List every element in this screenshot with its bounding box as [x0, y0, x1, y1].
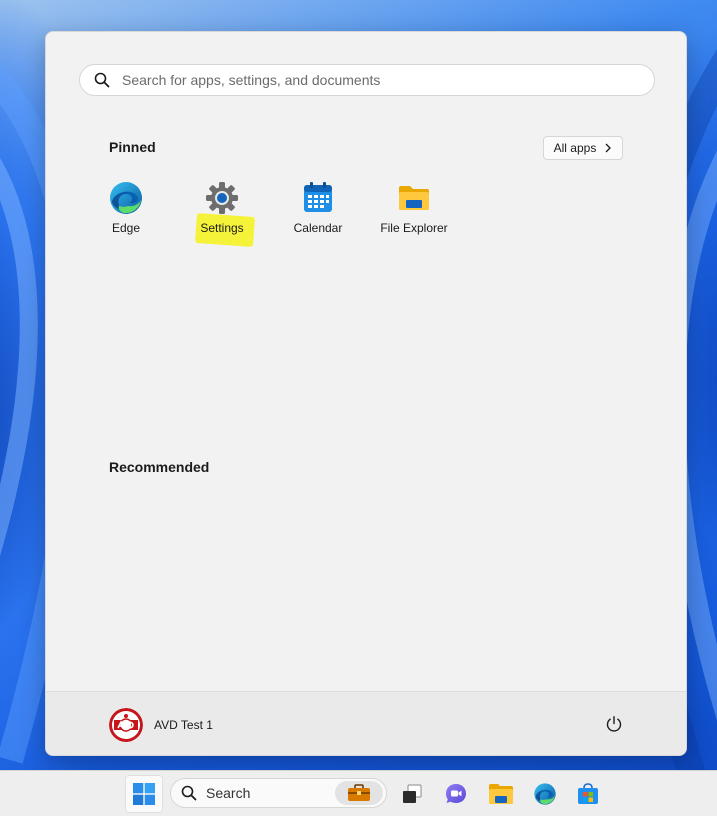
store-icon — [578, 783, 598, 804]
chat-icon — [446, 784, 466, 803]
app-label-calendar: Calendar — [293, 221, 343, 235]
pinned-app-file-explorer[interactable]: File Explorer — [366, 180, 462, 244]
taskbar-edge[interactable] — [526, 775, 564, 813]
taskbar-task-view[interactable] — [393, 775, 431, 813]
taskbar-start-button[interactable] — [125, 775, 163, 813]
search-icon — [94, 72, 110, 88]
gear-icon — [206, 182, 238, 214]
start-menu-footer: AVD Test 1 — [46, 691, 686, 755]
pinned-app-edge[interactable]: Edge — [78, 180, 174, 244]
pinned-app-settings[interactable]: Settings — [174, 180, 270, 244]
taskbar-file-explorer[interactable] — [482, 775, 520, 813]
power-button[interactable] — [602, 712, 626, 736]
all-apps-button[interactable]: All apps — [543, 136, 623, 160]
start-search-input[interactable] — [122, 72, 622, 88]
app-label-file-explorer: File Explorer — [380, 221, 448, 235]
user-avatar[interactable] — [109, 708, 143, 742]
taskbar-store[interactable] — [569, 775, 607, 813]
recommended-title: Recommended — [109, 459, 210, 475]
taskbar-chat[interactable] — [437, 775, 475, 813]
taskbar-search-box[interactable]: Search — [170, 778, 387, 808]
taskbar-search-label: Search — [206, 785, 251, 801]
start-menu: Pinned All apps Edge — [45, 31, 687, 756]
app-label-edge: Edge — [111, 221, 141, 235]
all-apps-label: All apps — [553, 141, 597, 155]
task-view-icon — [403, 784, 422, 803]
user-name[interactable]: AVD Test 1 — [154, 718, 213, 732]
file-explorer-icon — [489, 784, 513, 804]
pinned-title: Pinned — [109, 139, 156, 155]
windows-start-icon — [133, 783, 155, 805]
taskbar: Search — [0, 770, 717, 816]
search-highlight-badge[interactable] — [335, 781, 383, 805]
folder-icon — [399, 186, 429, 210]
briefcase-icon — [348, 784, 370, 801]
edge-icon — [110, 182, 142, 214]
chevron-right-icon — [605, 143, 612, 153]
pinned-app-calendar[interactable]: Calendar — [270, 180, 366, 244]
start-search-box[interactable] — [79, 64, 655, 96]
app-label-settings: Settings — [200, 221, 244, 235]
power-icon — [606, 716, 622, 732]
search-icon — [181, 785, 197, 801]
avatar-logo — [109, 708, 143, 742]
calendar-icon — [304, 182, 332, 212]
edge-icon — [534, 783, 556, 805]
